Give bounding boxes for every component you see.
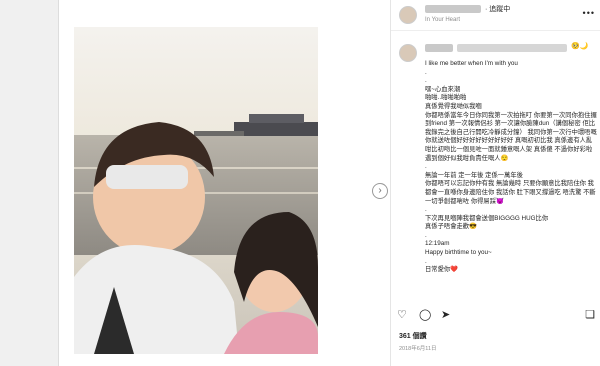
follow-status[interactable]: · 追蹤中 <box>485 4 510 14</box>
post-sidebar: · 追蹤中 In Your Heart ••• 🥺🌙 I like me bet… <box>390 0 600 366</box>
username-blurred[interactable] <box>425 5 481 13</box>
location-label[interactable]: In Your Heart <box>425 17 460 23</box>
next-photo-button[interactable]: › <box>372 183 388 199</box>
share-icon[interactable]: ➤ <box>441 308 450 321</box>
caption-emoji: 🥺🌙 <box>571 43 589 50</box>
caption-first-line-blurred <box>457 44 567 52</box>
post-header: · 追蹤中 In Your Heart ••• <box>391 0 600 31</box>
avatar[interactable] <box>399 6 417 24</box>
like-count[interactable]: 361 個讚 <box>399 331 427 341</box>
action-bar: ♡ ◯ ➤ ❏ <box>397 308 595 324</box>
post-photo[interactable] <box>74 27 318 354</box>
save-icon[interactable]: ❏ <box>585 308 595 321</box>
caption-username-blurred[interactable] <box>425 44 453 52</box>
caption-text: I like me better when I'm with you . . 嘿… <box>425 60 597 274</box>
more-options-icon[interactable]: ••• <box>583 8 595 18</box>
caption-avatar[interactable] <box>399 44 417 62</box>
post-date: 2018年6月11日 <box>399 346 437 352</box>
photo-image <box>74 27 318 354</box>
comment-icon[interactable]: ◯ <box>419 308 431 321</box>
like-icon[interactable]: ♡ <box>397 308 407 321</box>
